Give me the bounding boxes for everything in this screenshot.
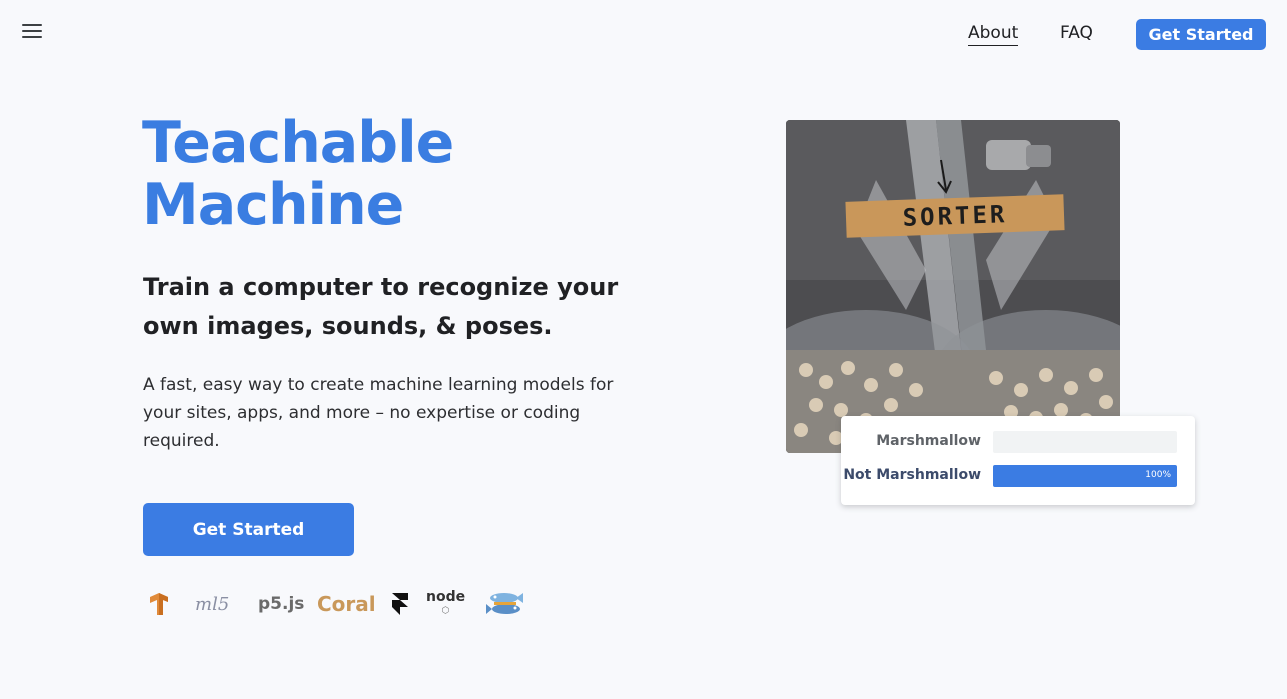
- p5js-logo[interactable]: p5.js: [258, 586, 304, 622]
- sorter-tape-label: SORTER: [845, 194, 1065, 238]
- ml5-logo[interactable]: ml5: [195, 586, 229, 622]
- confidence-bar: 100%: [993, 465, 1177, 487]
- node-logo[interactable]: node ⬡: [426, 586, 465, 622]
- framer-icon[interactable]: [392, 586, 408, 622]
- nav-about-link[interactable]: About: [968, 23, 1019, 46]
- header-get-started-button[interactable]: Get Started: [1136, 19, 1266, 50]
- class-label: Marshmallow: [876, 433, 981, 449]
- hamburger-menu-icon[interactable]: [22, 24, 42, 40]
- tensorflow-icon[interactable]: [148, 586, 170, 622]
- coral-logo[interactable]: Coral: [317, 586, 376, 622]
- title-line-1: Teachable: [142, 110, 454, 176]
- page-title: Teachable Machine: [142, 110, 454, 238]
- prediction-card: Marshmallow Not Marshmallow 100%: [841, 416, 1195, 505]
- glitch-fish-icon[interactable]: [486, 586, 524, 622]
- nav-faq-link[interactable]: FAQ: [1060, 23, 1093, 43]
- title-line-2: Machine: [142, 172, 404, 238]
- hero-subtitle: Train a computer to recognize your own i…: [143, 273, 619, 340]
- demo-sorter-image: SORTER: [786, 120, 1120, 453]
- node-logo-text: node: [426, 589, 466, 605]
- class-label: Not Marshmallow: [843, 467, 981, 483]
- class-row-not-marshmallow: Not Marshmallow 100%: [841, 465, 1195, 487]
- node-hex-icon: ⬡: [441, 606, 450, 616]
- confidence-bar: [993, 431, 1177, 453]
- class-row-marshmallow: Marshmallow: [841, 431, 1195, 453]
- confidence-percent: 100%: [1145, 470, 1171, 480]
- hero-description: A fast, easy way to create machine learn…: [143, 375, 614, 451]
- confidence-bar-fill: 100%: [993, 465, 1177, 487]
- hero-get-started-button[interactable]: Get Started: [143, 503, 354, 556]
